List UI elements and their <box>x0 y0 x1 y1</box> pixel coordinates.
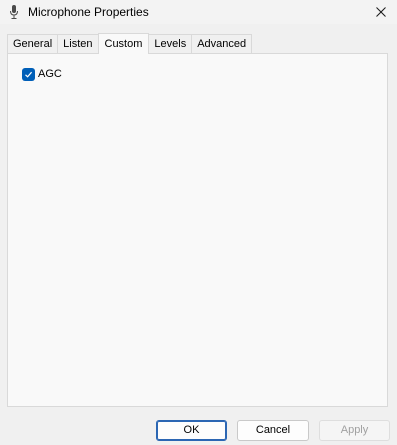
cancel-button[interactable]: Cancel <box>237 420 309 441</box>
tab-listen[interactable]: Listen <box>57 34 99 53</box>
checkmark-icon <box>25 71 33 78</box>
microphone-icon <box>10 5 18 19</box>
tab-strip: General Listen Custom Levels Advanced <box>7 33 253 54</box>
tab-levels[interactable]: Levels <box>148 34 193 53</box>
title-bar: Microphone Properties <box>0 0 397 24</box>
tab-general[interactable]: General <box>7 34 59 53</box>
close-icon <box>376 7 386 17</box>
tab-advanced[interactable]: Advanced <box>191 34 253 53</box>
apply-button[interactable]: Apply <box>319 420 390 441</box>
tab-custom[interactable]: Custom <box>97 33 150 54</box>
window-title: Microphone Properties <box>28 5 149 19</box>
custom-tab-panel: AGC <box>7 53 388 407</box>
agc-label: AGC <box>38 68 62 80</box>
close-button[interactable] <box>365 0 397 24</box>
ok-button[interactable]: OK <box>156 420 227 441</box>
agc-checkbox[interactable] <box>22 68 35 81</box>
agc-option[interactable]: AGC <box>22 68 62 81</box>
